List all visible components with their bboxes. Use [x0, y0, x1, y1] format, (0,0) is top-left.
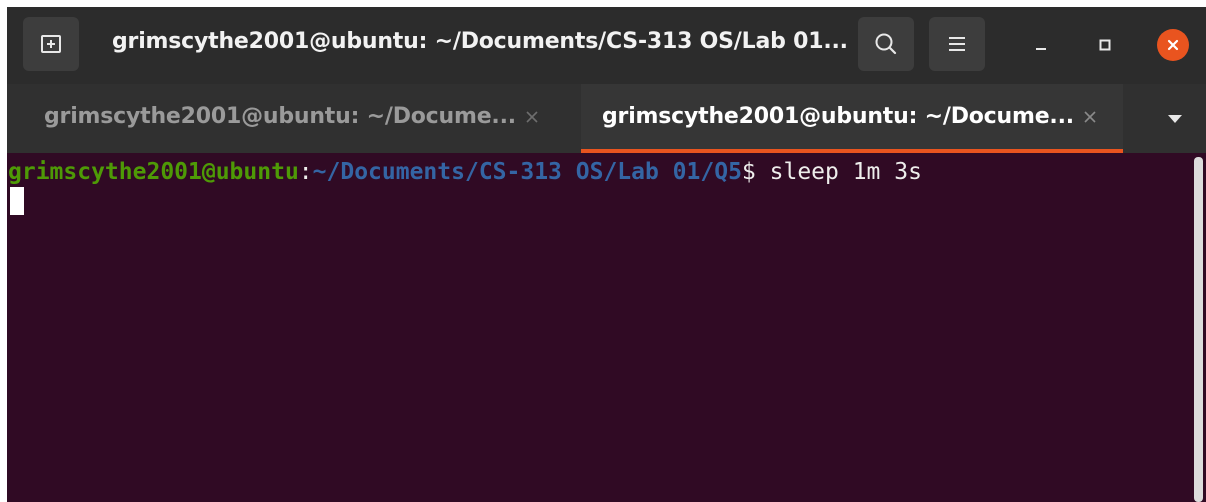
new-tab-icon: [41, 35, 61, 53]
scrollbar[interactable]: [1194, 157, 1203, 502]
search-button[interactable]: [858, 17, 914, 71]
menu-button[interactable]: [929, 17, 985, 71]
minimize-button[interactable]: [1025, 29, 1057, 61]
tab-active[interactable]: grimscythe2001@ubuntu: ~/Docume...: [581, 84, 1123, 153]
terminal-output[interactable]: grimscythe2001@ubuntu:~/Documents/CS-313…: [7, 153, 1192, 502]
close-button[interactable]: [1157, 29, 1189, 61]
prompt-symbol: $: [741, 159, 756, 185]
window-title: grimscythe2001@ubuntu: ~/Documents/CS-31…: [112, 29, 848, 54]
prompt-user: grimscythe2001@ubuntu: [8, 159, 299, 185]
search-icon: [875, 33, 897, 55]
tab-close-button[interactable]: [1079, 106, 1101, 128]
tab-close-button[interactable]: [521, 106, 543, 128]
minimize-icon: [1036, 48, 1046, 50]
command-text: sleep 1m 3s: [755, 159, 922, 185]
tab-bar: grimscythe2001@ubuntu: ~/Docume... grims…: [7, 84, 1206, 153]
prompt-line: grimscythe2001@ubuntu:~/Documents/CS-313…: [8, 157, 922, 187]
close-icon: [526, 111, 538, 123]
tab-label: grimscythe2001@ubuntu: ~/Docume...: [602, 104, 1074, 129]
header-bar: grimscythe2001@ubuntu: ~/Documents/CS-31…: [7, 7, 1206, 84]
new-tab-button[interactable]: [23, 17, 79, 71]
prompt-colon: :: [298, 159, 313, 185]
chevron-down-icon: [1168, 115, 1182, 123]
tab-label: grimscythe2001@ubuntu: ~/Docume...: [44, 104, 516, 129]
prompt-path: ~/Documents/CS-313 OS/Lab 01/Q5: [312, 159, 742, 185]
hamburger-menu-icon: [949, 37, 965, 51]
maximize-icon: [1099, 39, 1111, 51]
close-icon: [1167, 39, 1179, 51]
terminal-cursor: [10, 187, 24, 215]
tab-inactive[interactable]: grimscythe2001@ubuntu: ~/Docume...: [7, 84, 581, 153]
close-icon: [1084, 111, 1096, 123]
maximize-button[interactable]: [1089, 29, 1121, 61]
terminal-window: grimscythe2001@ubuntu: ~/Documents/CS-31…: [7, 7, 1206, 502]
tab-overflow-button[interactable]: [1157, 104, 1193, 134]
